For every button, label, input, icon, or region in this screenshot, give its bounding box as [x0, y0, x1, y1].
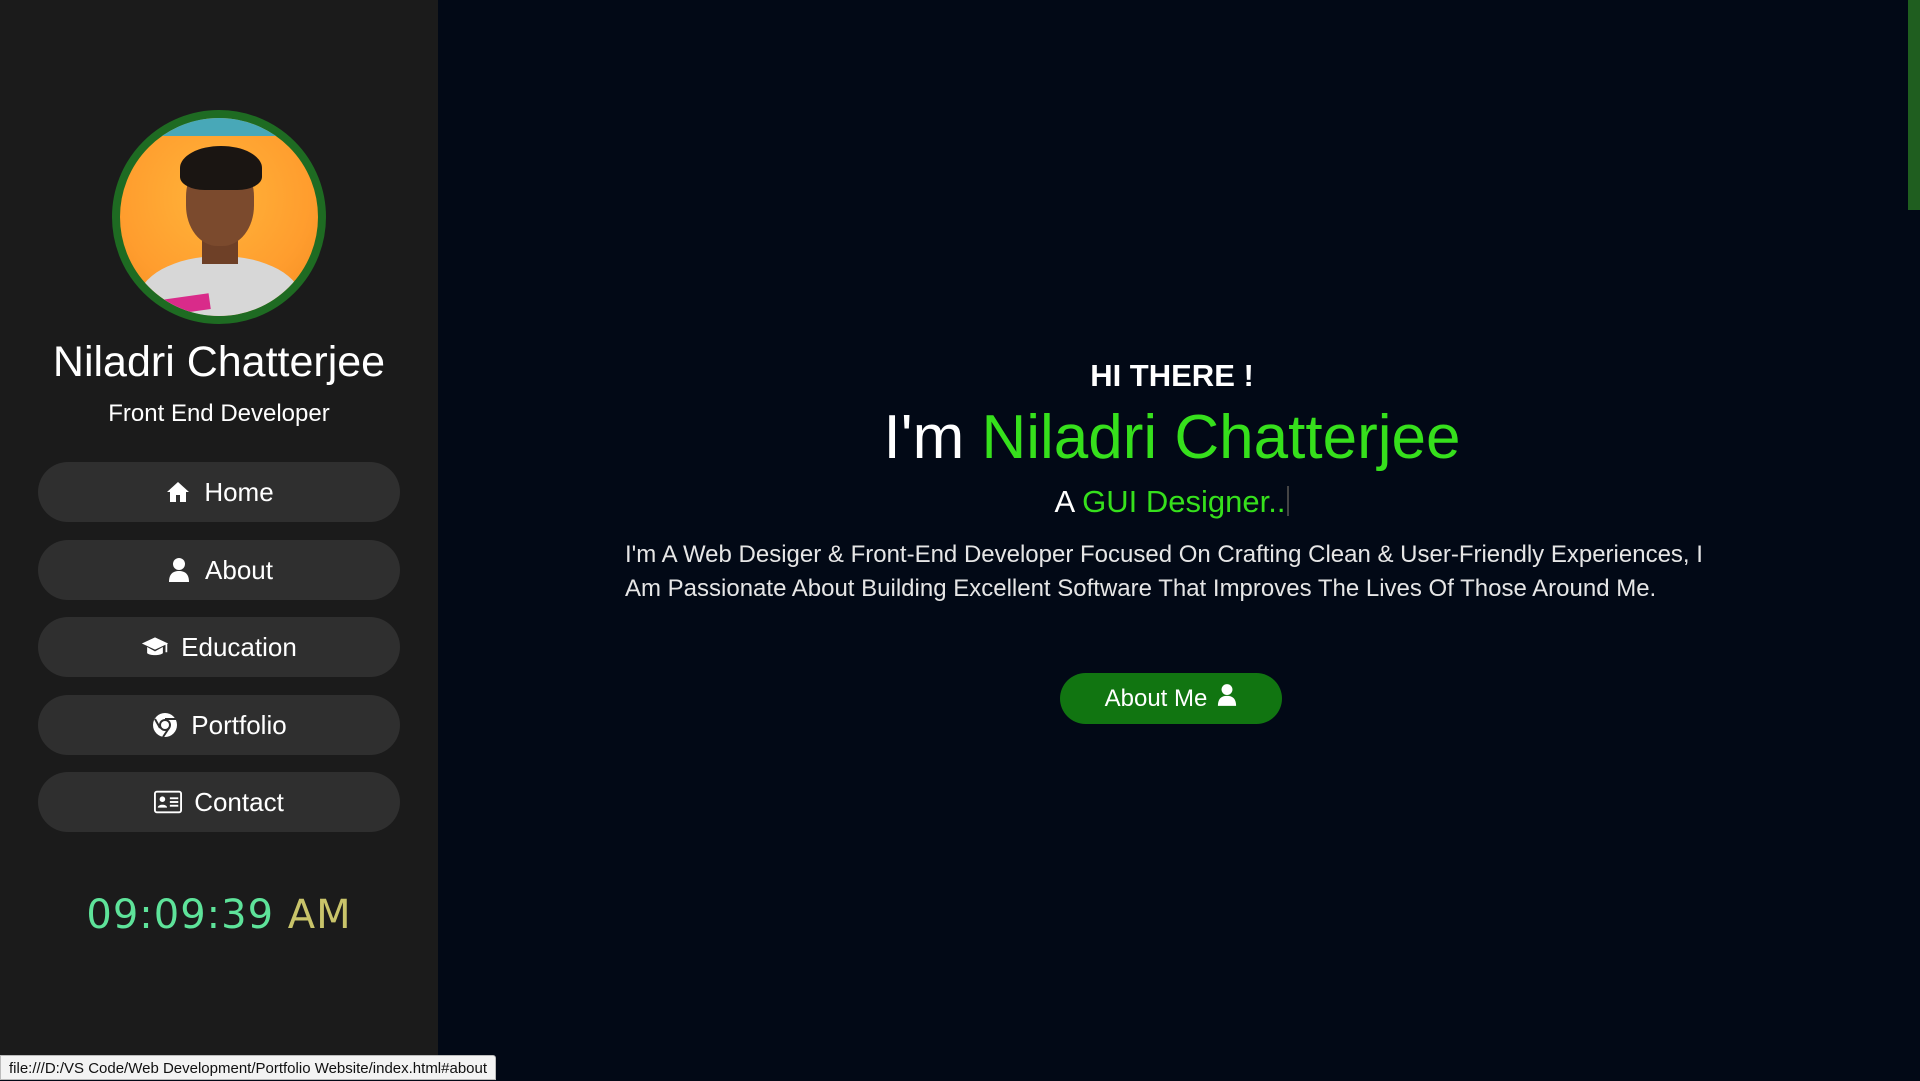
graduation-cap-icon: [141, 633, 169, 661]
nav-home[interactable]: Home: [38, 462, 400, 522]
profile-name: Niladri Chatterjee: [52, 338, 386, 386]
about-me-button[interactable]: About Me: [1060, 673, 1282, 724]
clock-ampm: AM: [287, 892, 352, 938]
hero-im: I'm: [883, 403, 965, 472]
scrollbar-thumb[interactable]: [1908, 0, 1920, 210]
clock-time: 09:09:39: [86, 892, 275, 938]
digital-clock: 09:09:39 AM: [0, 892, 438, 938]
nav-label-contact: Contact: [194, 786, 284, 817]
about-me-label: About Me: [1104, 684, 1208, 712]
hero-sub-prefix: A: [1054, 484, 1074, 519]
nav-about[interactable]: About: [38, 540, 400, 600]
hero-section: HI THERE ! I'm Niladri Chatterjee A GUI …: [438, 0, 1920, 1080]
profile-role: Front End Developer: [108, 400, 330, 427]
browser-status-url: file:///D:/VS Code/Web Development/Portf…: [0, 1055, 497, 1080]
user-icon: [165, 556, 193, 584]
home-icon: [164, 478, 192, 506]
nav-education[interactable]: Education: [38, 617, 400, 677]
nav-label-about: About: [205, 554, 273, 585]
hero-name: Niladri Chatterjee: [981, 403, 1461, 472]
hero-typed-line: A GUI Designer..: [438, 484, 1906, 520]
nav-portfolio[interactable]: Portfolio: [38, 695, 400, 755]
address-card-icon: [154, 788, 183, 816]
hero-headline: I'm Niladri Chatterjee: [438, 402, 1906, 473]
typing-caret: [1287, 486, 1290, 516]
nav-label-home: Home: [204, 476, 274, 507]
user-icon: [1217, 683, 1237, 714]
sidebar: Niladri Chatterjee Front End Developer H…: [0, 0, 438, 1080]
hero-greeting: HI THERE !: [1090, 358, 1254, 393]
nav-label-education: Education: [181, 631, 297, 662]
nav-contact[interactable]: Contact: [38, 772, 400, 832]
chrome-icon: [151, 711, 179, 739]
profile-avatar: [112, 110, 326, 324]
hero-description: I'm A Web Desiger & Front-End Developer …: [625, 541, 1703, 602]
nav-label-portfolio: Portfolio: [191, 709, 287, 740]
hero-typed-text: GUI Designer..: [1082, 484, 1286, 519]
